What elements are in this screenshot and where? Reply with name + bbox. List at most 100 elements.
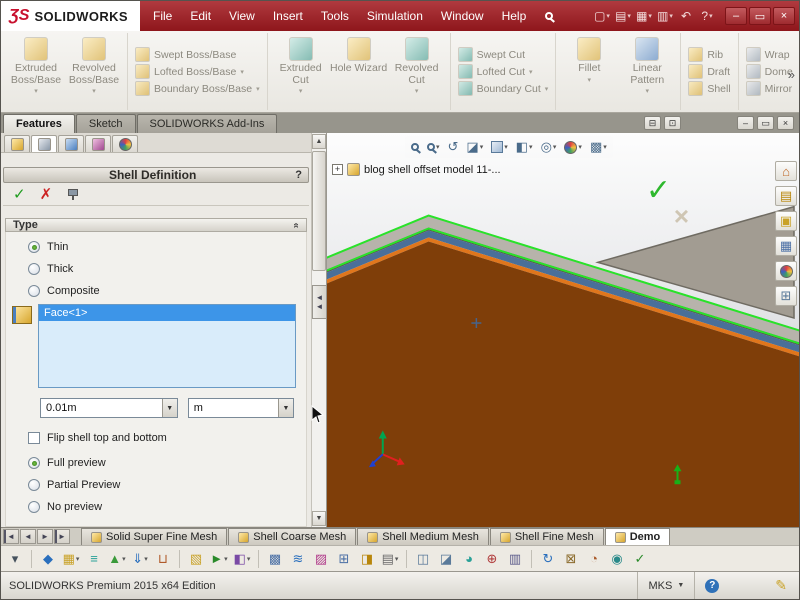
simulation-menu-icon[interactable]: ▾ [5,549,25,569]
menu-simulation[interactable]: Simulation [358,1,432,31]
zoom-area-icon[interactable]: ▾ [424,142,443,152]
edit-appearance-icon[interactable]: ▾ [561,140,585,155]
swept-cut-button[interactable]: Swept Cut [455,47,552,62]
revolved-boss-base-button[interactable]: Revolved Boss/Base▾ [65,34,123,109]
run-study-icon[interactable]: ►▾ [209,549,229,569]
compare-data-icon[interactable]: ⊠ [561,549,581,569]
last-tab-button[interactable]: ► [54,529,70,544]
selection-item-face-1[interactable]: Face<1> [39,305,295,321]
confirm-ok-icon[interactable]: ✓ [646,173,671,208]
study-tab-solid-super-fine-mesh[interactable]: Solid Super Fine Mesh [81,528,227,545]
menu-edit[interactable]: Edit [181,1,220,31]
display-pane-icon[interactable]: ⊟ [644,116,661,130]
displaymanager-tab[interactable] [112,135,138,152]
radio-full-preview[interactable]: Full preview [6,452,306,474]
boundary-boss-base-button[interactable]: Boundary Boss/Base▾ [132,81,263,96]
design-library-icon[interactable]: ▤ [775,186,797,206]
probe-icon[interactable]: ⊕ [482,549,502,569]
confirm-cancel-icon[interactable]: × [674,201,689,232]
radio-thin[interactable]: Thin [6,236,306,258]
shell-button[interactable]: Shell [685,81,733,96]
connections-advisor-icon[interactable]: ⊔ [153,549,173,569]
factor-of-safety-icon[interactable]: ✓ [630,549,650,569]
menu-tools[interactable]: Tools [312,1,358,31]
panel-splitter-button[interactable]: ◄◄ [312,285,327,319]
flip-shell-checkbox[interactable] [28,432,40,444]
new-study-icon[interactable]: ▦▾ [61,549,81,569]
print-icon[interactable]: ▥▾ [655,6,675,26]
swept-boss-base-button[interactable]: Swept Boss/Base [132,47,263,62]
wrap-button[interactable]: Wrap [743,47,796,62]
new-document-icon[interactable]: ▢▾ [592,6,612,26]
status-help-icon[interactable]: ? [705,579,719,593]
linear-pattern-button[interactable]: Linear Pattern▾ [618,34,676,109]
pm-scrollbar[interactable]: ▲ ◄◄ ▼ [311,133,327,527]
hole-wizard-button[interactable]: Hole Wizard [330,34,388,109]
unit-dropdown-icon[interactable]: ▼ [278,399,293,417]
displacement-plot-icon[interactable]: ▨ [311,549,331,569]
study-tab-shell-coarse-mesh[interactable]: Shell Coarse Mesh [228,528,356,545]
save-icon[interactable]: ▦▾ [634,6,654,26]
study-advisor-icon[interactable]: ◆ [38,549,58,569]
cancel-button[interactable]: ✗ [40,185,53,203]
compare-results-icon[interactable]: ⊞ [334,549,354,569]
radio-partial-preview[interactable]: Partial Preview [6,474,306,496]
unit-combo[interactable]: m ▼ [188,398,294,418]
stress-plot-icon[interactable]: ≋ [288,549,308,569]
search-icon[interactable] [535,1,563,31]
study-tab-demo[interactable]: Demo [605,528,671,545]
boundary-cut-button[interactable]: Boundary Cut▾ [455,81,552,96]
ribbon-overflow-button[interactable]: » [788,67,795,82]
fatigue-check-icon[interactable]: ◔ [584,549,604,569]
unit-system-selector[interactable]: MKS ▼ [637,572,694,599]
lofted-boss-base-button[interactable]: Lofted Boss/Base▾ [132,64,263,79]
mesh-icon[interactable]: ▩ [265,549,285,569]
file-explorer-icon[interactable]: ▣ [775,211,797,231]
radio-no-preview[interactable]: No preview [6,496,306,518]
pm-help-icon[interactable]: ? [295,169,302,181]
restore-button[interactable]: ▭ [749,7,771,25]
apply-scene-icon[interactable]: ▩▾ [587,138,610,156]
deformed-result-icon[interactable]: ◨ [357,549,377,569]
keep-visible-pin-icon[interactable] [66,188,79,201]
appearances-scenes-icon[interactable] [775,261,797,281]
shell-manager-icon[interactable]: ▧ [186,549,206,569]
display-style-icon[interactable]: ◧▾ [513,138,536,156]
tab-sketch[interactable]: Sketch [76,114,136,133]
scroll-down-icon[interactable]: ▼ [312,511,326,526]
results-advisor-icon[interactable]: ◧▾ [232,549,252,569]
hide-show-items-icon[interactable]: ◎▾ [538,138,560,156]
extruded-cut-button[interactable]: Extruded Cut▾ [272,34,330,109]
ok-button[interactable]: ✓ [13,185,26,203]
menu-help[interactable]: Help [493,1,536,31]
revolved-cut-button[interactable]: Revolved Cut▾ [388,34,446,109]
external-loads-advisor-icon[interactable]: ⇓▾ [130,549,150,569]
dimxpertmanager-tab[interactable] [85,135,111,152]
graphics-viewport[interactable]: ▾↺◪▾▾◧▾◎▾▾▩▾ + blog shell offset model 1… [327,133,799,527]
doc-minimize-button[interactable]: – [737,116,754,130]
list-results-icon[interactable]: ▥ [505,549,525,569]
doc-restore-button[interactable]: ▭ [757,116,774,130]
lofted-cut-button[interactable]: Lofted Cut▾ [455,64,552,79]
featuremanager-tab[interactable] [4,135,30,152]
mirror-button[interactable]: Mirror [743,81,796,96]
draft-button[interactable]: Draft [685,64,733,79]
type-section-header[interactable]: Type » [5,218,307,232]
menu-view[interactable]: View [220,1,264,31]
zoom-fit-icon[interactable] [408,142,422,152]
trend-tracker-icon[interactable]: ◉ [607,549,627,569]
section-view-icon[interactable]: ◪▾ [463,138,486,156]
section-clipping-icon[interactable]: ◪ [436,549,456,569]
configurationmanager-tab[interactable] [58,135,84,152]
tree-expand-icon[interactable]: + [332,164,343,175]
undo-icon[interactable]: ↶ [676,6,696,26]
open-icon[interactable]: ▤▾ [613,6,633,26]
prev-tab-button[interactable]: ◄ [20,529,36,544]
tab-solidworks-add-ins[interactable]: SOLIDWORKS Add-Ins [137,114,278,133]
view-orientation-icon[interactable]: ▾ [488,140,511,154]
fixtures-advisor-icon[interactable]: ▲▾ [107,549,127,569]
first-tab-button[interactable]: ◄ [3,529,19,544]
tab-features[interactable]: Features [3,114,75,133]
study-tab-shell-fine-mesh[interactable]: Shell Fine Mesh [490,528,604,545]
radio-thick[interactable]: Thick [6,258,306,280]
